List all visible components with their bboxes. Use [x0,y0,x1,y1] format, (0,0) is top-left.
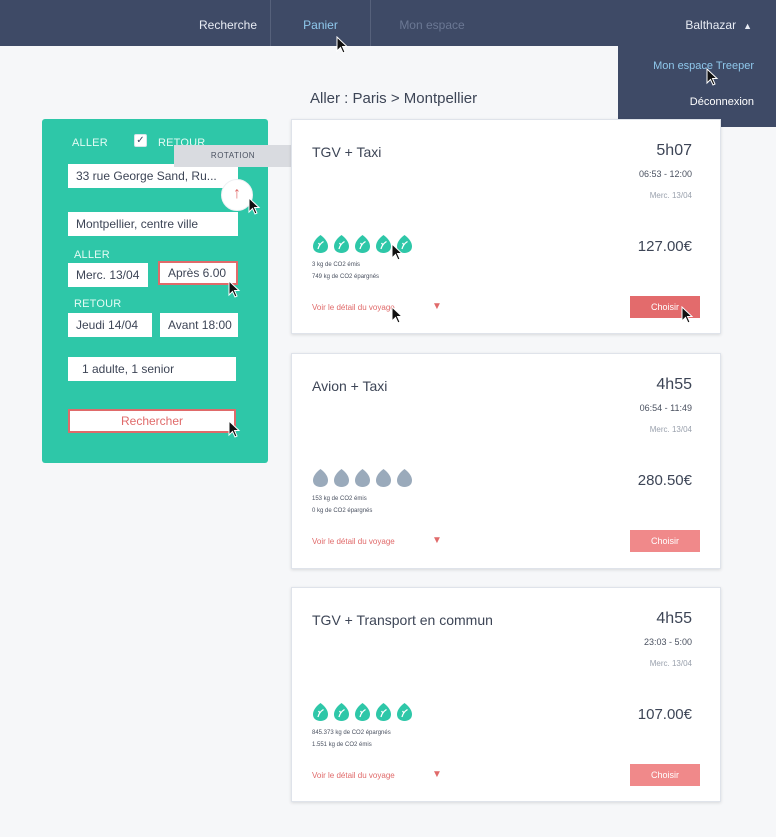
result-date: Merc. 13/04 [649,191,692,200]
trip-detail-link[interactable]: Voir le détail du voyage [312,303,395,312]
co2-saved: 845.373 kg de CO2 épargnés [312,730,391,736]
aller-section-label: ALLER [74,249,110,261]
co2-saved: 749 kg de CO2 épargnés [312,274,380,280]
caret-up-icon: ▲ [743,21,752,31]
nav-mon-espace[interactable]: Mon espace [372,0,492,46]
mouse-cursor-icon [391,243,404,261]
mouse-cursor-icon [228,280,241,298]
result-times: 06:53 - 12:00 [638,169,692,179]
nav-panier[interactable]: Panier [270,0,371,46]
leaf-icon [313,469,328,487]
mouse-cursor-icon [248,197,261,215]
retour-checkbox[interactable]: ✓ [134,134,147,147]
leaf-icon [355,469,370,487]
user-name: Balthazar [685,18,737,32]
mouse-cursor-icon [336,36,349,54]
rotation-tooltip: ROTATION [174,145,292,167]
retour-date-field[interactable]: Jeudi 14/04 [68,313,152,337]
trip-detail-link[interactable]: Voir le détail du voyage [312,537,395,546]
aller-time-field[interactable]: Après 6.00 [158,261,238,285]
leaf-icon [334,703,349,721]
co2-emitted: 1.551 kg de CO2 émis [312,742,372,748]
retour-time-field[interactable]: Avant 18:00 [160,313,238,337]
leaf-icon [334,469,349,487]
mouse-cursor-icon [228,420,241,438]
leaf-icon [376,469,391,487]
result-card: TGV + Taxi 5h07 06:53 - 12:00 Merc. 13/0… [291,119,721,334]
result-times: 23:03 - 5:00 [643,637,692,647]
aller-toggle-label: ALLER [72,137,108,149]
mouse-cursor-icon [706,68,719,86]
result-date: Merc. 13/04 [649,659,692,668]
expand-triangle-icon[interactable]: ▼ [432,535,442,546]
nav-recherche[interactable]: Recherche [186,0,270,46]
result-title: TGV + Transport en commun [312,612,493,628]
mouse-cursor-icon [391,306,404,324]
leaf-icon [397,703,412,721]
result-price: 107.00€ [637,706,692,723]
choose-button[interactable]: Choisir [630,764,700,786]
result-title: TGV + Taxi [312,144,382,160]
user-menu[interactable]: Balthazar ▲ [662,0,752,46]
co2-emitted: 3 kg de CO2 émis [312,262,361,268]
eco-leaf-rating [312,468,417,490]
passengers-field[interactable]: 1 adulte, 1 senior [68,357,236,381]
result-date: Merc. 13/04 [649,425,692,434]
leaf-icon [313,703,328,721]
leaf-icon [355,703,370,721]
result-times: 06:54 - 11:49 [639,403,692,413]
result-price: 280.50€ [637,472,692,489]
leaf-icon [397,469,412,487]
result-card: Avion + Taxi 4h55 06:54 - 11:49 Merc. 13… [291,353,721,569]
arrow-up-icon: ↑ [233,185,241,202]
eco-leaf-rating [312,702,417,724]
result-duration: 5h07 [656,142,692,159]
menu-item-mon-espace-treeper[interactable]: Mon espace Treeper [653,60,754,72]
result-duration: 4h55 [656,376,692,393]
trip-detail-link[interactable]: Voir le détail du voyage [312,771,395,780]
top-nav: Recherche Panier Mon espace Balthazar ▲ [0,0,776,46]
choose-button[interactable]: Choisir [630,530,700,552]
leaf-icon [376,703,391,721]
aller-date-field[interactable]: Merc. 13/04 [68,263,148,287]
result-title: Avion + Taxi [312,378,388,394]
leaf-icon [355,235,370,253]
leaf-icon [313,235,328,253]
expand-triangle-icon[interactable]: ▼ [432,769,442,780]
departure-input[interactable]: 33 rue George Sand, Ru... [68,164,238,188]
expand-triangle-icon[interactable]: ▼ [432,301,442,312]
user-dropdown: Mon espace Treeper Déconnexion [618,46,776,127]
menu-item-deconnexion[interactable]: Déconnexion [690,96,754,108]
search-button[interactable]: Rechercher [68,409,236,433]
result-card: TGV + Transport en commun 4h55 23:03 - 5… [291,587,721,802]
co2-saved: 0 kg de CO2 épargnés [312,508,373,514]
page-title: Aller : Paris > Montpellier [310,90,478,107]
retour-section-label: RETOUR [74,298,122,310]
leaf-icon [376,235,391,253]
result-duration: 4h55 [656,610,692,627]
destination-input[interactable]: Montpellier, centre ville [68,212,238,236]
mouse-cursor-icon [681,306,694,324]
result-price: 127.00€ [637,238,692,255]
leaf-icon [334,235,349,253]
co2-emitted: 153 kg de CO2 émis [312,496,367,502]
